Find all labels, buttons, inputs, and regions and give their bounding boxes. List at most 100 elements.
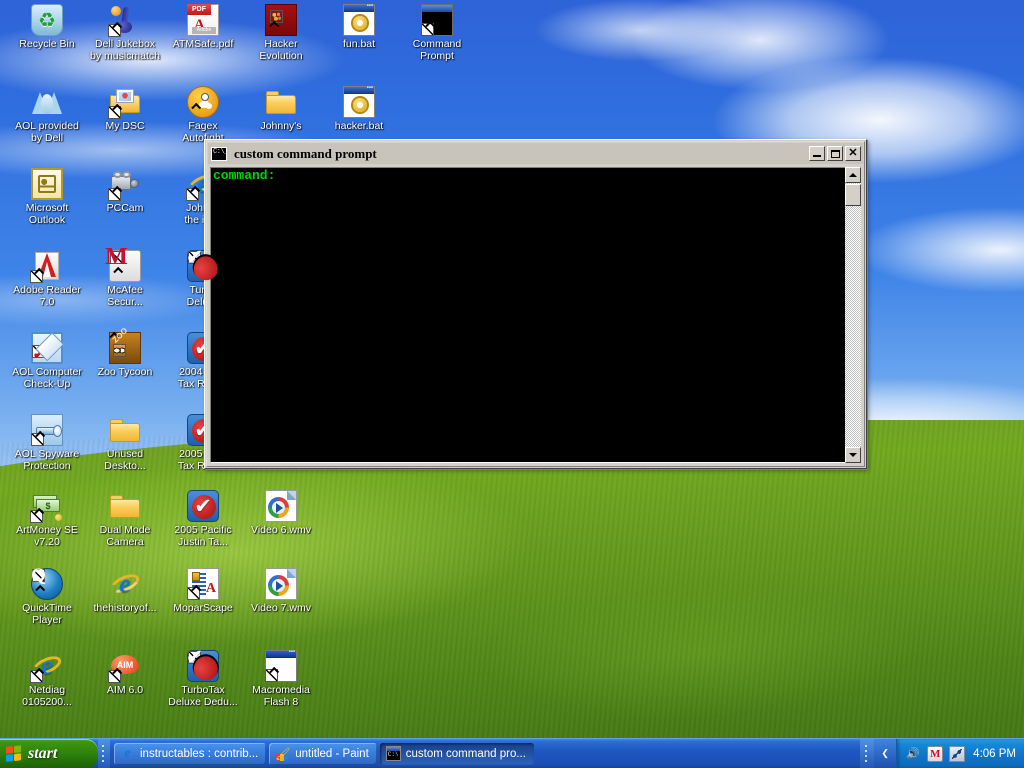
music-note-icon	[109, 4, 141, 36]
artmoney-icon	[31, 490, 63, 522]
desktop-icon[interactable]: AMoparScape	[164, 568, 242, 615]
minimize-button[interactable]	[809, 146, 825, 161]
desktop-icon[interactable]: Dual Mode Camera	[86, 490, 164, 548]
desktop-icon-label: Unused Deskto...	[86, 449, 164, 472]
desktop-icon[interactable]: PDFAAdobe ATMSafe.pdf	[164, 4, 242, 51]
window-title: custom command prompt	[232, 146, 809, 162]
close-icon: ✕	[848, 148, 857, 159]
desktop-icon[interactable]: Command Prompt	[398, 4, 476, 62]
fagex-icon	[187, 86, 219, 118]
desktop-icon[interactable]: Video 7.wmv	[242, 568, 320, 615]
desktop-icon-label: thehistoryof...	[86, 603, 164, 615]
scroll-down-button[interactable]	[845, 447, 861, 463]
desktop-icon-label: PCCam	[86, 203, 164, 215]
windows-media-video-icon	[265, 568, 297, 600]
mail-folder-icon	[109, 86, 141, 118]
clock[interactable]: 4:06 PM	[971, 748, 1016, 760]
batch-file-icon	[343, 86, 375, 118]
desktop-icon[interactable]: Johnny's	[242, 86, 320, 133]
desktop-icon[interactable]: Dell Jukebox by musicmatch	[86, 4, 164, 62]
internet-explorer-icon: e	[31, 650, 63, 682]
recycle-bin-icon	[31, 4, 63, 36]
desktop-icon[interactable]: Unused Deskto...	[86, 414, 164, 472]
desktop-icon[interactable]: Fagex Autofight	[164, 86, 242, 144]
desktop-icon[interactable]: Macromedia Flash 8	[242, 650, 320, 708]
internet-explorer-icon: e	[109, 568, 141, 600]
desktop-icon[interactable]: AOL provided by Dell	[8, 86, 86, 144]
desktop-icon[interactable]: McAfee Secur...	[86, 250, 164, 308]
taskbar-button-label: untitled - Paint	[295, 748, 369, 760]
console-output-area[interactable]: command:	[210, 167, 850, 463]
window-titlebar[interactable]: custom command prompt ✕	[208, 143, 863, 164]
close-button[interactable]: ✕	[845, 146, 861, 161]
command-prompt-icon	[386, 746, 401, 761]
paint-icon	[275, 746, 290, 761]
desktop-icon[interactable]: ArtMoney SE v7.20	[8, 490, 86, 548]
desktop-icon[interactable]: Microsoft Outlook	[8, 168, 86, 226]
start-button[interactable]: start	[0, 739, 98, 768]
desktop-icon[interactable]: hacker.bat	[320, 86, 398, 133]
desktop-icon[interactable]: AOL Spyware Protection	[8, 414, 86, 472]
pdf-document-icon: PDFAAdobe	[187, 4, 219, 36]
scroll-up-button[interactable]	[845, 167, 861, 183]
desktop-icon[interactable]: AOL Computer Check-Up	[8, 332, 86, 390]
taskbar-button[interactable]: instructables : contrib...	[114, 743, 266, 765]
taskbar-button-label: custom command pro...	[406, 748, 526, 760]
desktop-icon[interactable]: AIM 6.0	[86, 650, 164, 697]
desktop-icon-label: Hacker Evolution	[242, 39, 320, 62]
desktop-icon[interactable]: e Netdiag 0105200...	[8, 650, 86, 708]
desktop-icon[interactable]: TurboTax Deluxe Dedu...	[164, 650, 242, 708]
chevron-up-icon	[849, 173, 857, 177]
aol-icon	[31, 86, 63, 118]
mcafee-icon[interactable]	[927, 746, 943, 762]
desktop-icon-label: Netdiag 0105200...	[8, 685, 86, 708]
desktop-icon-label: hacker.bat	[320, 121, 398, 133]
desktop-icon[interactable]: Hacker Evolution	[242, 4, 320, 62]
desktop-icon[interactable]: Adobe Reader 7.0	[8, 250, 86, 308]
custom-command-prompt-window[interactable]: custom command prompt ✕ command:	[204, 139, 867, 469]
desktop-icon[interactable]: QuickTime Player	[8, 568, 86, 626]
console-scrollbar[interactable]	[845, 167, 861, 463]
desktop-icon-label: fun.bat	[320, 39, 398, 51]
desktop-icon[interactable]: Zoo Tycoon	[86, 332, 164, 379]
show-hidden-icons-button[interactable]: ❮	[874, 739, 896, 768]
desktop-icon-label: AOL Computer Check-Up	[8, 367, 86, 390]
desktop-icon[interactable]: Video 6.wmv	[242, 490, 320, 537]
taskbar-button[interactable]: custom command pro...	[380, 743, 534, 765]
desktop-icon[interactable]: My DSC	[86, 86, 164, 133]
scrollbar-thumb[interactable]	[845, 184, 861, 206]
desktop-icon-label: ATMSafe.pdf	[164, 39, 242, 51]
maximize-icon	[831, 150, 840, 158]
macromedia-flash-icon	[265, 650, 297, 682]
folder-icon	[109, 414, 141, 446]
desktop-icon[interactable]: 2005 Pacific Justin Ta...	[164, 490, 242, 548]
task-button-list: instructables : contrib... untitled - Pai…	[110, 739, 860, 768]
camera-icon	[109, 168, 141, 200]
desktop-icon[interactable]: Recycle Bin	[8, 4, 86, 51]
maximize-button[interactable]	[827, 146, 843, 161]
network-icon[interactable]	[949, 746, 965, 762]
turbotax-icon	[187, 650, 219, 682]
desktop-icon-label: Microsoft Outlook	[8, 203, 86, 226]
adobe-reader-icon	[31, 250, 63, 282]
desktop-icon-label: AOL Spyware Protection	[8, 449, 86, 472]
mcafee-icon	[109, 250, 141, 282]
aol-checkup-icon	[31, 332, 63, 364]
window-controls: ✕	[809, 146, 861, 161]
desktop-icon[interactable]: e thehistoryof...	[86, 568, 164, 615]
desktop-icon[interactable]: fun.bat	[320, 4, 398, 51]
desktop-icon-label: Dual Mode Camera	[86, 525, 164, 548]
desktop-icon[interactable]: PCCam	[86, 168, 164, 215]
aol-spyware-icon	[31, 414, 63, 446]
windows-media-video-icon	[265, 490, 297, 522]
document-icon: A	[187, 568, 219, 600]
taskbar-button[interactable]: untitled - Paint	[269, 743, 377, 765]
taskbar-grip[interactable]	[98, 739, 110, 768]
desktop-icon-label: Johnny's	[242, 121, 320, 133]
aim-icon	[109, 650, 141, 682]
systray-grip[interactable]	[860, 739, 874, 768]
windows-logo-icon	[6, 745, 23, 764]
desktop-icon-label: Adobe Reader 7.0	[8, 285, 86, 308]
chevron-down-icon	[849, 453, 857, 457]
volume-icon[interactable]	[905, 746, 921, 762]
